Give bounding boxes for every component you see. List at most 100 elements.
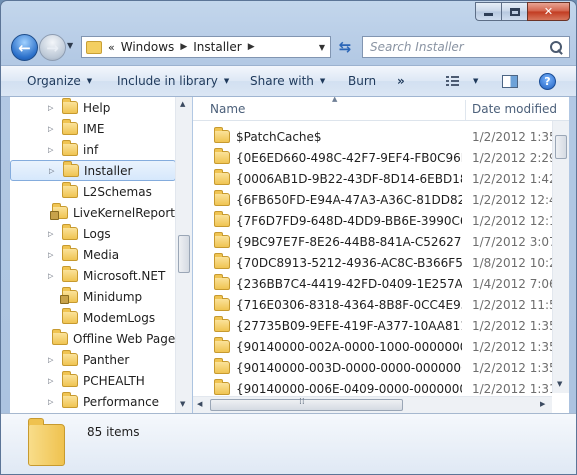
column-header-name[interactable]: Name	[210, 102, 245, 116]
scrollbar-thumb[interactable]	[210, 397, 403, 411]
expand-arrow-icon[interactable]: ▷	[48, 377, 58, 385]
nav-item-offline-web-pages[interactable]: Offline Web Pages	[10, 328, 181, 349]
nav-item-label: Minidump	[83, 289, 143, 304]
nav-item-inf[interactable]: ▷ inf	[10, 139, 176, 160]
file-list-scrollbar[interactable]: ▼	[552, 121, 569, 393]
help-icon[interactable]: ?	[539, 73, 556, 90]
nav-item-label: Installer	[84, 163, 133, 178]
nav-item-media[interactable]: ▷ Media	[10, 244, 176, 265]
nav-item-help[interactable]: ▷ Help	[10, 97, 176, 118]
file-list: ▲ Name Date modified $PatchCache$ 1/2/201…	[193, 97, 569, 413]
file-row[interactable]: {27735B09-9EFE-419F-A377-10AA8111C3...1/…	[193, 315, 569, 336]
horizontal-scrollbar[interactable]: ◀ ▶	[193, 396, 552, 413]
maximize-button[interactable]	[501, 2, 527, 21]
nav-item-installer[interactable]: ▷ Installer	[10, 160, 176, 181]
breadcrumb-overflow[interactable]: «	[108, 41, 115, 54]
scroll-up-icon[interactable]: ▲	[180, 100, 185, 108]
nav-item-label: PCHEALTH	[83, 373, 145, 388]
recent-pages-dropdown[interactable]: ▼	[67, 41, 73, 50]
navigation-scrollbar[interactable]: ▲ ▼	[175, 97, 192, 413]
breadcrumb-label: Installer	[193, 40, 242, 54]
nav-item-livekernelreports[interactable]: LiveKernelReports	[10, 202, 181, 223]
back-button[interactable]: ←	[11, 34, 38, 61]
preview-pane-icon[interactable]	[502, 75, 518, 88]
column-divider[interactable]	[465, 100, 466, 120]
file-row[interactable]: {6FB650FD-E94A-47A3-A36C-81DD82419...1/2…	[193, 189, 569, 210]
file-row[interactable]: {90140000-002A-0000-1000-0000000FF1CE}1/…	[193, 336, 569, 357]
expand-arrow-icon[interactable]: ▷	[48, 251, 58, 259]
chevron-right-icon: ▶	[180, 42, 188, 52]
search-input[interactable]: Search Installer	[362, 36, 570, 58]
search-icon[interactable]	[550, 40, 563, 54]
nav-item-pchealth[interactable]: ▷ PCHEALTH	[10, 370, 176, 391]
expand-arrow-icon[interactable]: ▷	[48, 356, 58, 364]
expand-arrow-icon[interactable]: ▷	[49, 167, 59, 175]
nav-item-logs[interactable]: ▷ Logs	[10, 223, 176, 244]
share-with-label: Share with	[250, 74, 314, 88]
chevron-down-icon: ▼	[86, 77, 93, 85]
file-row[interactable]: {0006AB1D-9B22-43DF-8D14-6EBD18DED...1/2…	[193, 168, 569, 189]
nav-item-minidump[interactable]: Minidump	[10, 286, 176, 307]
folder-icon	[62, 392, 78, 408]
more-commands-button[interactable]: »	[397, 66, 405, 96]
folder-icon	[62, 266, 78, 282]
scroll-down-icon[interactable]: ▼	[180, 400, 185, 408]
minimize-button[interactable]	[475, 2, 501, 21]
file-name: {27735B09-9EFE-419F-A377-10AA8111C3...	[236, 318, 462, 333]
nav-item-label: Help	[83, 100, 111, 115]
organize-button[interactable]: Organize ▼	[27, 66, 92, 96]
file-row[interactable]: {70DC8913-5212-4936-AC8C-B366F55045...1/…	[193, 252, 569, 273]
expand-arrow-icon[interactable]: ▷	[48, 146, 58, 154]
nav-item-panther[interactable]: ▷ Panther	[10, 349, 176, 370]
column-header-date-modified[interactable]: Date modified	[472, 102, 557, 116]
include-in-library-button[interactable]: Include in library ▼	[117, 66, 229, 96]
chevron-down-icon: ▼	[319, 77, 326, 85]
scroll-left-icon[interactable]: ◀	[197, 400, 202, 408]
file-name: {716E0306-8318-4364-8B8F-0CC4E9376B...	[236, 297, 462, 312]
scrollbar-thumb[interactable]	[178, 235, 190, 273]
file-row[interactable]: {716E0306-8318-4364-8B8F-0CC4E9376B...1/…	[193, 294, 569, 315]
nav-item-performance[interactable]: ▷ Performance	[10, 391, 176, 412]
column-header-row: ▲ Name Date modified	[193, 97, 569, 121]
scroll-right-icon[interactable]: ▶	[540, 400, 545, 408]
breadcrumb-installer[interactable]: Installer ▶	[193, 40, 254, 54]
breadcrumb-windows[interactable]: Windows ▶	[121, 40, 188, 54]
chevron-down-icon: ▼	[473, 77, 479, 85]
nav-item-microsoft-net[interactable]: ▷ Microsoft.NET	[10, 265, 176, 286]
file-row[interactable]: {7F6D7FD9-648D-4DD9-BB6E-3990C675E...1/2…	[193, 210, 569, 231]
folder-icon	[214, 379, 230, 395]
address-history-dropdown[interactable]: ▼	[319, 43, 325, 52]
command-bar: Organize ▼ Include in library ▼ Share with…	[1, 65, 576, 97]
change-view-button[interactable]: ▼	[446, 66, 478, 96]
nav-item-l2schemas[interactable]: L2Schemas	[10, 181, 176, 202]
file-row[interactable]: {236BB7C4-4419-42FD-0409-1E257A25E...1/4…	[193, 273, 569, 294]
refresh-button[interactable]: ⇆	[333, 36, 357, 58]
expand-arrow-icon[interactable]: ▷	[48, 104, 58, 112]
folder-icon	[62, 182, 78, 198]
expand-arrow-icon[interactable]: ▷	[48, 230, 58, 238]
expand-arrow-icon[interactable]: ▷	[48, 398, 58, 406]
scrollbar-thumb[interactable]	[555, 135, 567, 159]
file-row[interactable]: $PatchCache$ 1/2/2012 1:35 P	[193, 126, 569, 147]
file-row[interactable]: {9BC97E7F-8E26-44B8-841A-C5262754FC...1/…	[193, 231, 569, 252]
expand-arrow-icon[interactable]: ▷	[48, 125, 58, 133]
share-with-button[interactable]: Share with ▼	[250, 66, 325, 96]
close-button[interactable]: ✕	[527, 2, 570, 21]
folder-icon	[214, 337, 230, 353]
forward-button[interactable]: →	[39, 34, 66, 61]
organize-label: Organize	[27, 74, 81, 88]
burn-button[interactable]: Burn	[348, 66, 376, 96]
nav-item-label: ModemLogs	[83, 310, 156, 325]
item-count: 85 items	[87, 425, 140, 439]
nav-item-modemlogs[interactable]: ModemLogs	[10, 307, 176, 328]
address-bar[interactable]: « Windows ▶ Installer ▶ ▼	[81, 36, 331, 58]
folder-icon	[214, 253, 230, 269]
expand-arrow-icon[interactable]: ▷	[48, 272, 58, 280]
minimize-icon	[484, 13, 493, 16]
nav-item-ime[interactable]: ▷ IME	[10, 118, 176, 139]
scroll-down-icon[interactable]: ▼	[557, 380, 562, 388]
file-row[interactable]: {0E6ED660-498C-42F7-9EF4-FB0C96DFC0...1/…	[193, 147, 569, 168]
file-row[interactable]: {90140000-003D-0000-0000-0000000FF1CE}1/…	[193, 357, 569, 378]
file-name: {90140000-003D-0000-0000-0000000FF1CE}	[236, 360, 462, 375]
nav-item-label: IME	[83, 121, 105, 136]
